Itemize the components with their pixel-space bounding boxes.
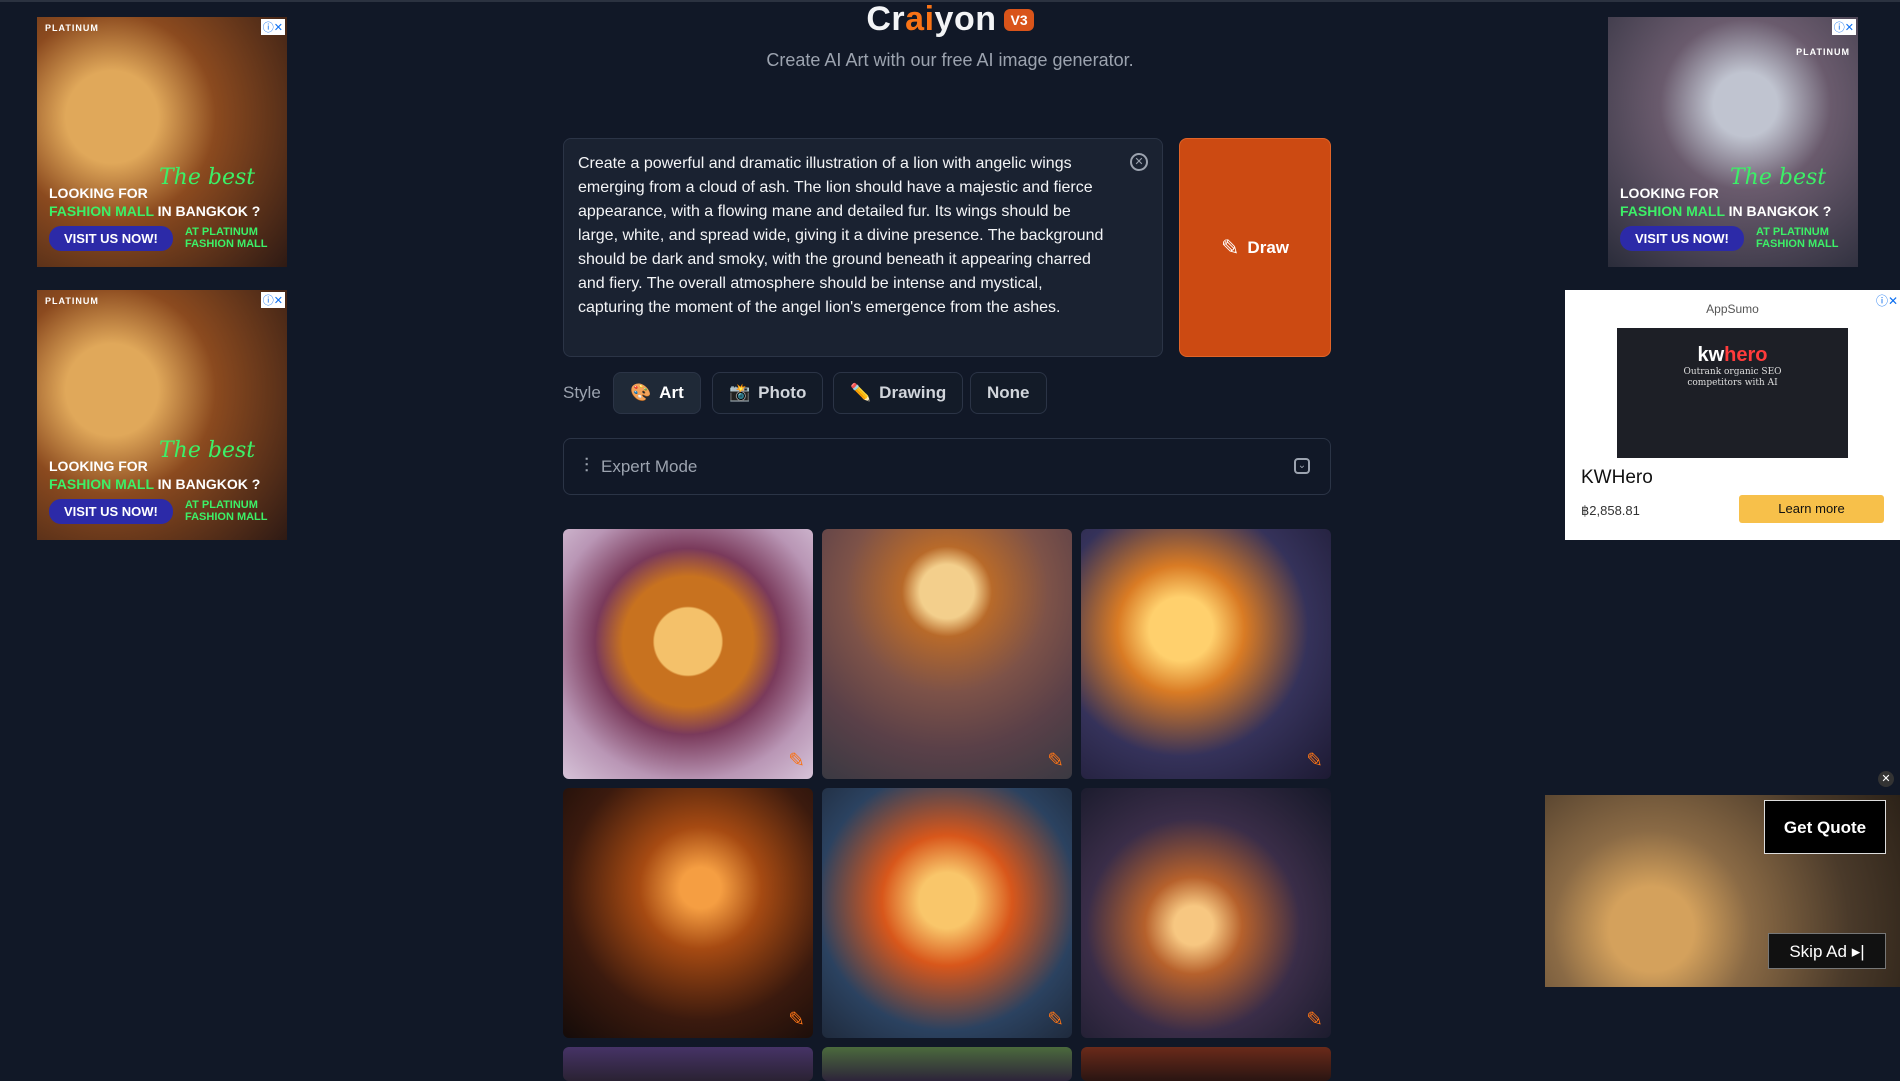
product-tagline: Outrank organic SEO competitors with AI [1683, 367, 1782, 388]
ad-appsumo[interactable]: ⓘ✕ AppSumo kwhero Outrank organic SEO com… [1565, 290, 1900, 540]
get-quote-button[interactable]: Get Quote [1764, 800, 1886, 854]
result-image[interactable]: ✎ [1081, 788, 1331, 1038]
ad-cta-button[interactable]: VISIT US NOW! [49, 226, 173, 251]
palette-icon: 🎨 [630, 383, 652, 402]
edit-pencil-icon[interactable]: ✎ [1306, 1007, 1323, 1032]
prompt-input[interactable]: Create a powerful and dramatic illustrat… [563, 138, 1163, 357]
camera-icon: 📸 [729, 383, 751, 402]
result-image[interactable]: ✎ [563, 788, 813, 1038]
pencil-icon: ✏️ [850, 383, 872, 402]
product-logo: kwhero [1697, 344, 1768, 366]
ad-close-icon[interactable]: ⓘ✕ [1831, 19, 1856, 35]
ad-brand: AppSumo [1706, 302, 1759, 316]
edit-pencil-icon[interactable]: ✎ [788, 748, 805, 773]
ad-script-text: The best [1730, 165, 1827, 190]
ad-cta-button[interactable]: VISIT US NOW! [1620, 226, 1744, 251]
edit-pencil-icon[interactable]: ✎ [1047, 748, 1064, 773]
result-image[interactable]: ✎ [822, 788, 1072, 1038]
ad-brand-logo: PLATINUM [45, 23, 99, 33]
ad-script-text: The best [159, 165, 256, 190]
style-label: Style [563, 383, 601, 402]
style-drawing-button[interactable]: ✏️ Drawing [833, 372, 964, 414]
video-ad[interactable]: Get Quote Skip Ad ▸| [1545, 795, 1900, 987]
ad-subheadline: FASHION MALL IN BANGKOK ? [49, 203, 261, 219]
result-image[interactable]: ✎ [563, 529, 813, 779]
style-art-button[interactable]: 🎨 Art [613, 372, 701, 414]
ad-brand-logo: PLATINUM [45, 296, 99, 306]
ad-banner-left-top[interactable]: PLATINUM ⓘ✕ The best LOOKING FOR FASHION… [37, 17, 287, 267]
result-image[interactable]: ✎ [1081, 529, 1331, 779]
ad-price: ฿2,858.81 [1581, 503, 1640, 518]
edit-pencil-icon[interactable]: ✎ [1047, 1007, 1064, 1032]
draw-button[interactable]: ✎ Draw [1179, 138, 1331, 357]
ad-location: AT PLATINUM FASHION MALL [1756, 226, 1839, 250]
expert-mode-toggle[interactable]: ⫶ Expert Mode ⌄ [563, 438, 1331, 495]
ad-headline: LOOKING FOR [49, 185, 148, 201]
ad-headline: LOOKING FOR [49, 458, 148, 474]
result-image[interactable] [1081, 1047, 1331, 1081]
result-image[interactable] [563, 1047, 813, 1081]
ad-subheadline: FASHION MALL IN BANGKOK ? [49, 476, 261, 492]
ad-close-icon[interactable]: ⓘ✕ [260, 19, 285, 35]
prompt-text[interactable]: Create a powerful and dramatic illustrat… [578, 152, 1108, 320]
ad-script-text: The best [159, 438, 256, 463]
ad-product-image[interactable]: kwhero Outrank organic SEO competitors wi… [1617, 328, 1848, 458]
ad-title[interactable]: KWHero [1581, 467, 1653, 489]
edit-pencil-icon[interactable]: ✎ [788, 1007, 805, 1032]
style-photo-button[interactable]: 📸 Photo [712, 372, 824, 414]
ad-location: AT PLATINUM FASHION MALL [185, 226, 268, 250]
logo-text: Craiyon [866, 0, 997, 38]
result-image[interactable] [822, 1047, 1072, 1081]
skip-ad-button[interactable]: Skip Ad ▸| [1768, 933, 1886, 969]
pencil-icon: ✎ [1220, 234, 1240, 260]
version-badge: V3 [1004, 8, 1034, 31]
ad-banner-left-bottom[interactable]: PLATINUM ⓘ✕ The best LOOKING FOR FASHION… [37, 290, 287, 540]
ad-close-icon[interactable]: ⓘ✕ [260, 292, 285, 308]
ad-subheadline: FASHION MALL IN BANGKOK ? [1620, 203, 1832, 219]
clear-prompt-icon[interactable]: ✕ [1130, 153, 1148, 171]
style-none-button[interactable]: None [970, 372, 1047, 414]
ad-location: AT PLATINUM FASHION MALL [185, 499, 268, 523]
ad-headline: LOOKING FOR [1620, 185, 1719, 201]
ad-cta-button[interactable]: VISIT US NOW! [49, 499, 173, 524]
close-icon[interactable]: ✕ [1878, 771, 1894, 787]
result-image[interactable]: ✎ [822, 529, 1072, 779]
chevron-down-icon: ⌄ [1294, 458, 1310, 474]
ad-brand-logo: PLATINUM [1796, 47, 1850, 57]
sliders-icon: ⫶ [584, 455, 589, 477]
edit-pencil-icon[interactable]: ✎ [1306, 748, 1323, 773]
draw-button-label: Draw [1247, 237, 1289, 257]
learn-more-button[interactable]: Learn more [1739, 495, 1884, 523]
ad-banner-right-top[interactable]: PLATINUM ⓘ✕ The best LOOKING FOR FASHION… [1608, 17, 1858, 267]
expert-mode-label: Expert Mode [601, 456, 698, 476]
